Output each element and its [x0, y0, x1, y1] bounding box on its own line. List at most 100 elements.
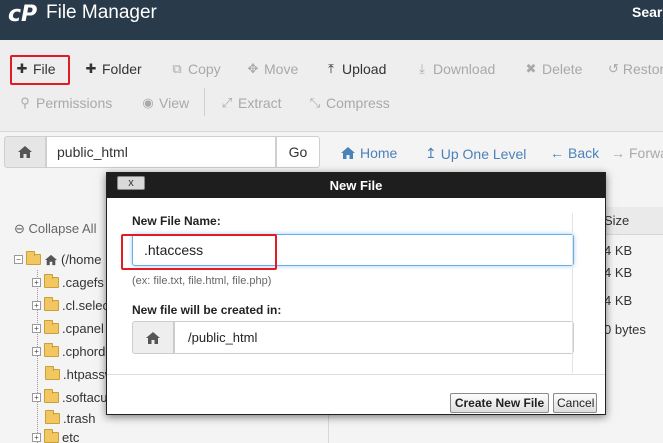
file-name-label: New File Name: — [132, 214, 221, 228]
tree-item-label: etc — [62, 430, 80, 443]
location-home-addon — [132, 321, 174, 354]
tree-item-label: .cpanel — [62, 321, 104, 336]
page-title: File Manager — [46, 2, 157, 23]
toolbar: ✚ File ✚ Folder ⧉ Copy ✥ Move ⤒ Upload ⤓… — [0, 40, 663, 132]
move-icon: ✥ — [247, 61, 259, 76]
view-label: View — [159, 95, 190, 111]
create-new-file-button[interactable]: Create New File — [450, 393, 549, 413]
download-button[interactable]: ⤓ Download — [415, 61, 495, 77]
compress-button[interactable]: ⤡ Compress — [308, 95, 390, 111]
app-header: cP File Manager Search — [0, 0, 663, 40]
extract-label: Extract — [238, 95, 282, 111]
upload-icon: ⤒ — [328, 61, 334, 76]
path-home-button[interactable] — [4, 136, 46, 168]
home-icon — [146, 331, 160, 344]
tree-item-label: .trash — [63, 411, 96, 426]
tree-item[interactable]: + .cagefs — [32, 274, 104, 290]
size-cell: 4 KB — [604, 243, 633, 258]
home-link[interactable]: Home — [340, 145, 397, 161]
upload-label: Upload — [342, 61, 387, 77]
new-folder-label: Folder — [102, 61, 142, 77]
file-button-highlight — [10, 55, 70, 85]
copy-label: Copy — [188, 61, 221, 77]
go-button[interactable]: Go — [276, 136, 320, 168]
folder-open-icon — [26, 251, 41, 265]
tree-item[interactable]: .trash — [45, 410, 96, 426]
tree-root[interactable]: − (/home — [14, 251, 102, 267]
home-icon — [45, 254, 57, 265]
restore-label: Restore — [622, 61, 663, 77]
size-cell: 0 bytes — [604, 322, 646, 337]
tree-item-label: .cagefs — [62, 275, 104, 290]
path-input[interactable] — [46, 136, 276, 168]
forward-link-label: Forward — [629, 145, 663, 161]
tree-item[interactable]: + .cphorde — [32, 343, 113, 359]
expand-icon[interactable]: + — [32, 393, 41, 402]
location-field-group — [132, 321, 574, 354]
permissions-button[interactable]: ⚲ Permissions — [18, 95, 112, 111]
dialog-title: New File — [329, 178, 383, 193]
cpanel-logo[interactable]: cP — [8, 2, 37, 27]
move-button[interactable]: ✥ Move — [246, 61, 299, 77]
forward-link[interactable]: → Forward — [611, 145, 663, 161]
key-icon: ⚲ — [20, 95, 30, 110]
new-folder-button[interactable]: ✚ Folder — [84, 61, 142, 77]
download-icon: ⤓ — [419, 61, 425, 76]
back-arrow-icon: ← — [550, 145, 564, 161]
file-name-hint: (ex: file.txt, file.html, file.php) — [132, 275, 272, 287]
collapse-icon: ⊖ — [14, 221, 25, 236]
dialog-body: New File Name: (ex: file.txt, file.html,… — [107, 198, 605, 374]
up-one-level-link[interactable]: ↥ Up One Level — [425, 145, 526, 162]
download-label: Download — [433, 61, 496, 77]
back-link[interactable]: ← Back — [550, 145, 599, 161]
new-file-dialog: x New File New File Name: (ex: file.txt,… — [106, 172, 606, 415]
tree-item-label: .cphorde — [62, 344, 113, 359]
collapse-all-label: Collapse All — [28, 221, 97, 236]
tree-root-label: (/home — [61, 252, 102, 267]
expand-icon[interactable]: + — [32, 301, 41, 310]
size-column-header[interactable]: Size — [598, 207, 663, 235]
eye-icon: ◉ — [142, 95, 154, 110]
folder-icon — [44, 389, 59, 403]
home-icon — [341, 147, 355, 159]
folder-icon — [44, 429, 59, 443]
delete-label: Delete — [542, 61, 583, 77]
expand-icon[interactable]: + — [32, 433, 41, 442]
search-link[interactable]: Search — [632, 4, 663, 20]
dialog-scrollbar[interactable] — [572, 213, 573, 373]
expand-icon[interactable]: + — [32, 347, 41, 356]
size-cell: 4 KB — [604, 265, 633, 280]
expand-icon[interactable]: + — [32, 278, 41, 287]
upload-button[interactable]: ⤒ Upload — [324, 61, 386, 77]
collapse-all-link[interactable]: ⊖ Collapse All — [14, 221, 96, 237]
location-input[interactable] — [174, 321, 574, 354]
size-cell: 4 KB — [604, 293, 633, 308]
folder-icon — [44, 343, 59, 357]
folder-icon — [45, 410, 60, 424]
folder-icon — [45, 366, 60, 380]
copy-button[interactable]: ⧉ Copy — [170, 61, 221, 77]
tree-item[interactable]: + etc — [32, 429, 80, 443]
extract-button[interactable]: ⤢ Extract — [220, 95, 282, 111]
plus-icon: ✚ — [85, 61, 97, 76]
forward-arrow-icon: → — [611, 145, 625, 161]
path-bar: Go Home ↥ Up One Level ← Back → Forward — [0, 133, 663, 173]
file-name-highlight — [121, 234, 277, 270]
delete-button[interactable]: ✖ Delete — [524, 61, 583, 77]
view-button[interactable]: ◉ View — [141, 95, 189, 111]
folder-icon — [44, 297, 59, 311]
up-one-level-label: Up One Level — [440, 145, 527, 162]
home-icon — [18, 146, 32, 158]
compress-label: Compress — [326, 95, 390, 111]
permissions-label: Permissions — [36, 95, 113, 111]
collapse-toggle-icon[interactable]: − — [14, 255, 23, 264]
tree-item[interactable]: + .cpanel — [32, 320, 104, 336]
back-link-label: Back — [568, 145, 600, 161]
up-arrow-icon: ↥ — [425, 145, 437, 161]
dialog-footer: Create New File Cancel — [107, 374, 605, 414]
cancel-button[interactable]: Cancel — [553, 393, 597, 413]
expand-icon[interactable]: + — [32, 324, 41, 333]
dialog-header: x New File — [107, 173, 605, 198]
restore-button[interactable]: ↺ Restore — [608, 61, 663, 77]
delete-icon: ✖ — [525, 61, 537, 76]
